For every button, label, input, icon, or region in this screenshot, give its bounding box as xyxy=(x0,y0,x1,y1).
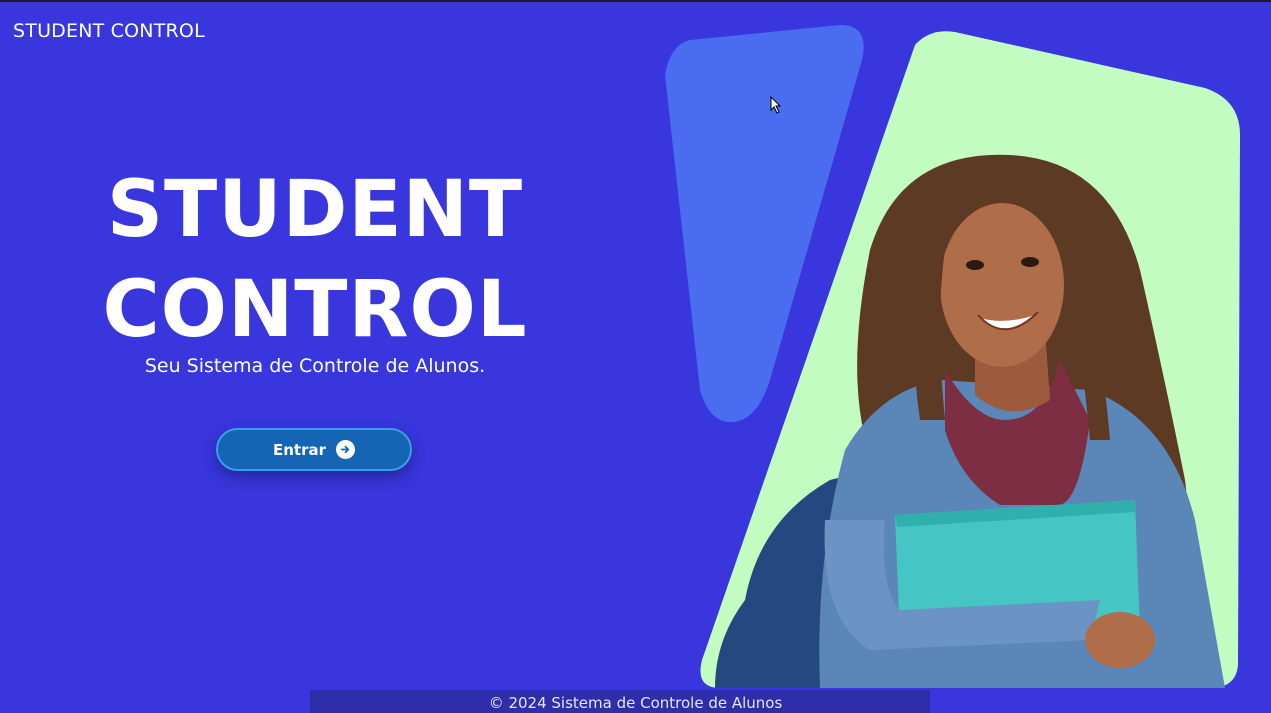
footer-copyright: © 2024 Sistema de Controle de Alunos xyxy=(488,694,783,712)
cursor-icon xyxy=(770,96,782,114)
hero-illustration xyxy=(665,25,1240,688)
